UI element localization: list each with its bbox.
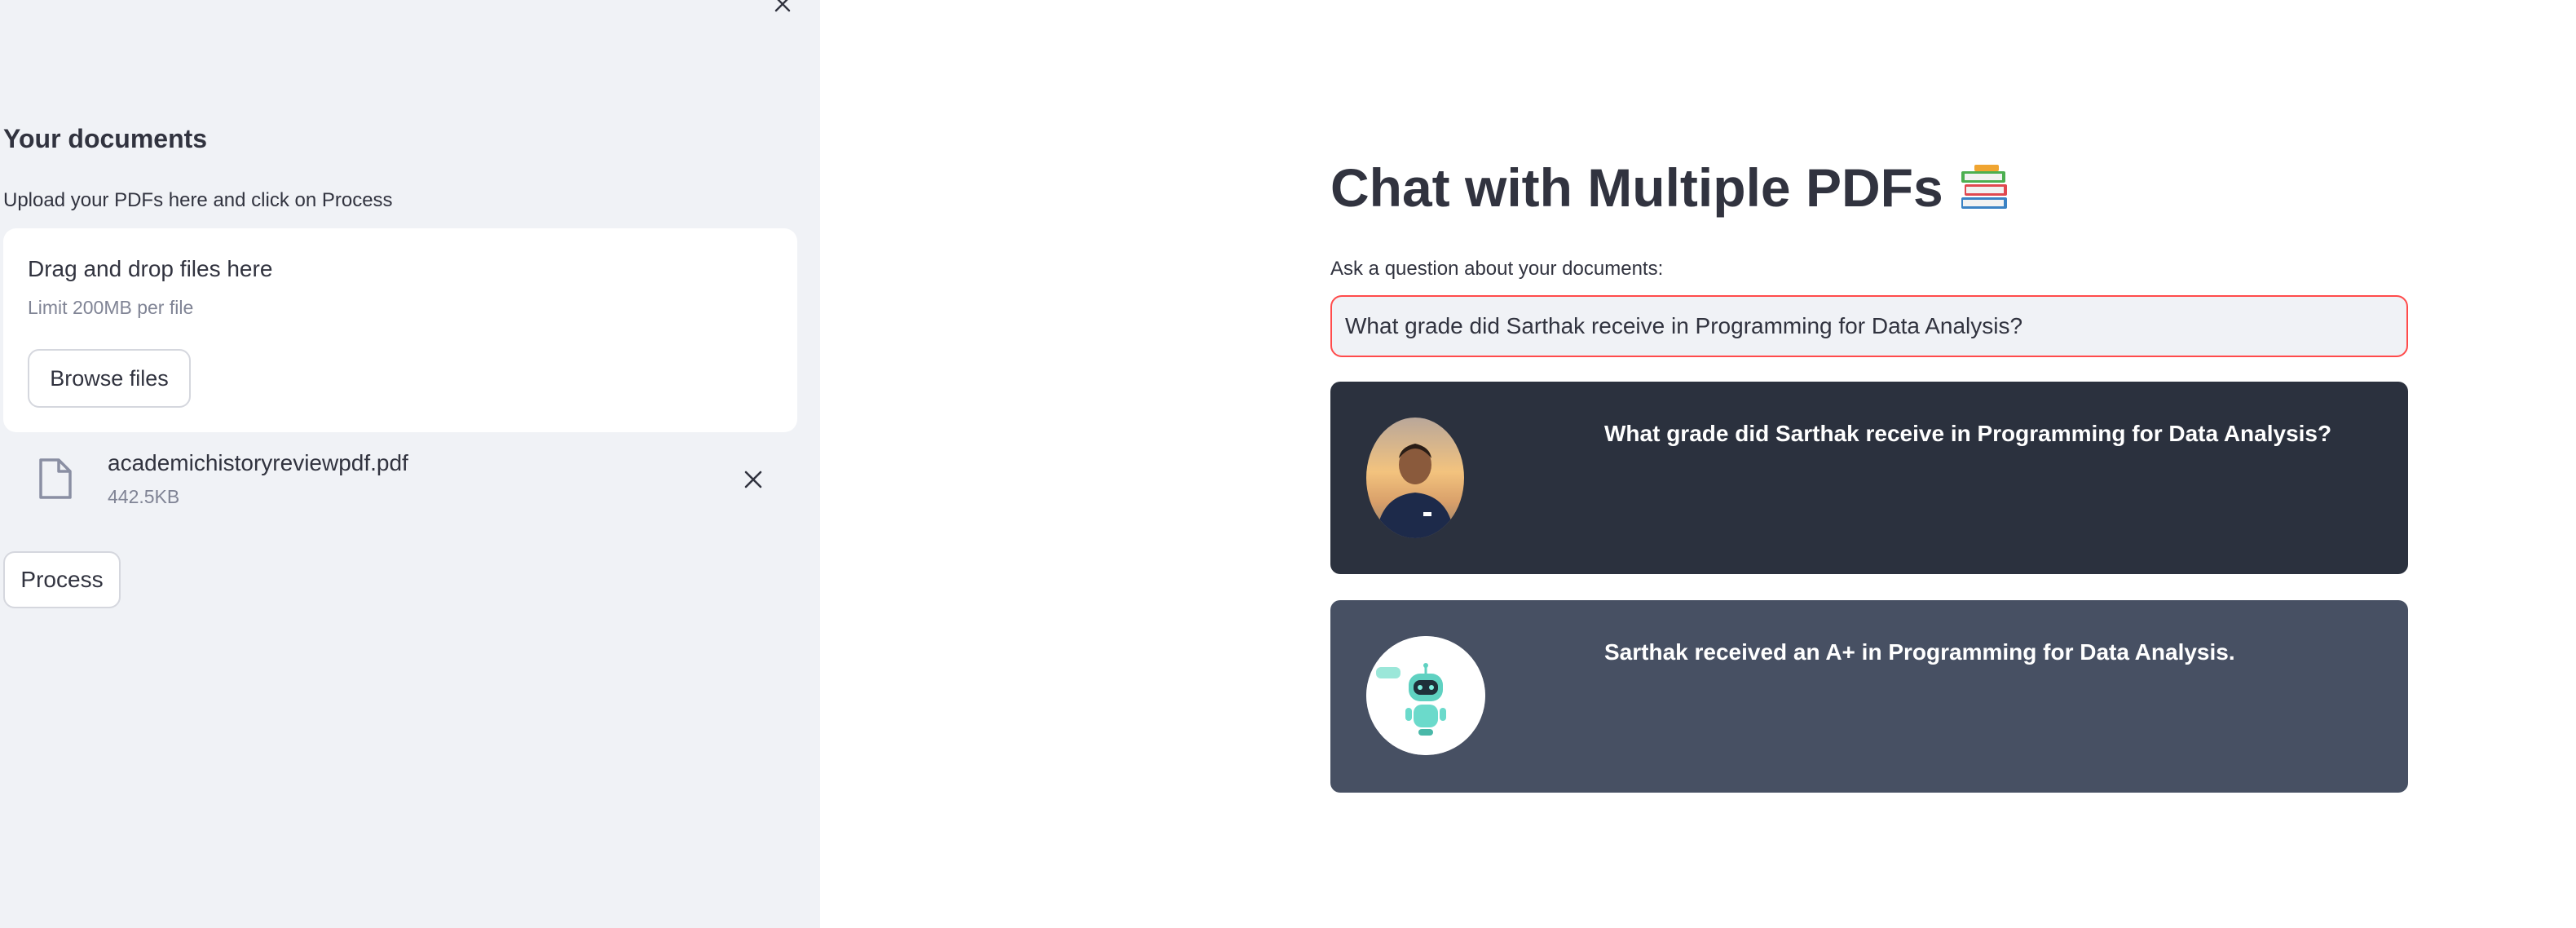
- robot-icon: [1366, 636, 1485, 755]
- page-title: Chat with Multiple PDFs: [1330, 157, 1943, 218]
- chat-message-text: Sarthak received an A+ in Programming fo…: [1604, 639, 2235, 665]
- robot-avatar: [1366, 636, 1485, 755]
- file-icon: [39, 458, 72, 499]
- file-name: academichistoryreviewpdf.pdf: [108, 450, 408, 475]
- dropzone-title: Drag and drop files here: [28, 256, 273, 281]
- remove-file-button[interactable]: [737, 463, 770, 496]
- file-size: 442.5KB: [108, 486, 180, 507]
- chat-message-text: What grade did Sarthak receive in Progra…: [1604, 421, 2332, 446]
- sidebar-close-button[interactable]: [766, 0, 799, 18]
- question-input[interactable]: [1330, 295, 2408, 357]
- user-photo-avatar: [1366, 418, 1464, 538]
- file-dropzone[interactable]: Drag and drop files here Limit 200MB per…: [3, 228, 797, 432]
- sidebar-heading: Your documents: [3, 124, 208, 153]
- close-icon: [774, 0, 791, 12]
- chat-message-bot: Sarthak received an A+ in Programming fo…: [1330, 600, 2408, 793]
- main-content: Chat with Multiple PDFs Ask a question a…: [820, 0, 2576, 928]
- sidebar: Your documents Upload your PDFs here and…: [0, 0, 820, 928]
- user-avatar-image: [1366, 418, 1464, 538]
- dropzone-limit: Limit 200MB per file: [28, 297, 194, 318]
- question-label: Ask a question about your documents:: [1330, 258, 1664, 280]
- page-title-container: Chat with Multiple PDFs: [1330, 157, 2010, 219]
- books-icon: [1961, 165, 2007, 209]
- chat-message-user: What grade did Sarthak receive in Progra…: [1330, 382, 2408, 574]
- close-icon: [744, 471, 762, 488]
- uploaded-file-item: academichistoryreviewpdf.pdf 442.5KB: [3, 440, 797, 519]
- browse-files-button[interactable]: Browse files: [28, 349, 191, 408]
- upload-label: Upload your PDFs here and click on Proce…: [3, 189, 393, 211]
- process-button[interactable]: Process: [3, 551, 121, 608]
